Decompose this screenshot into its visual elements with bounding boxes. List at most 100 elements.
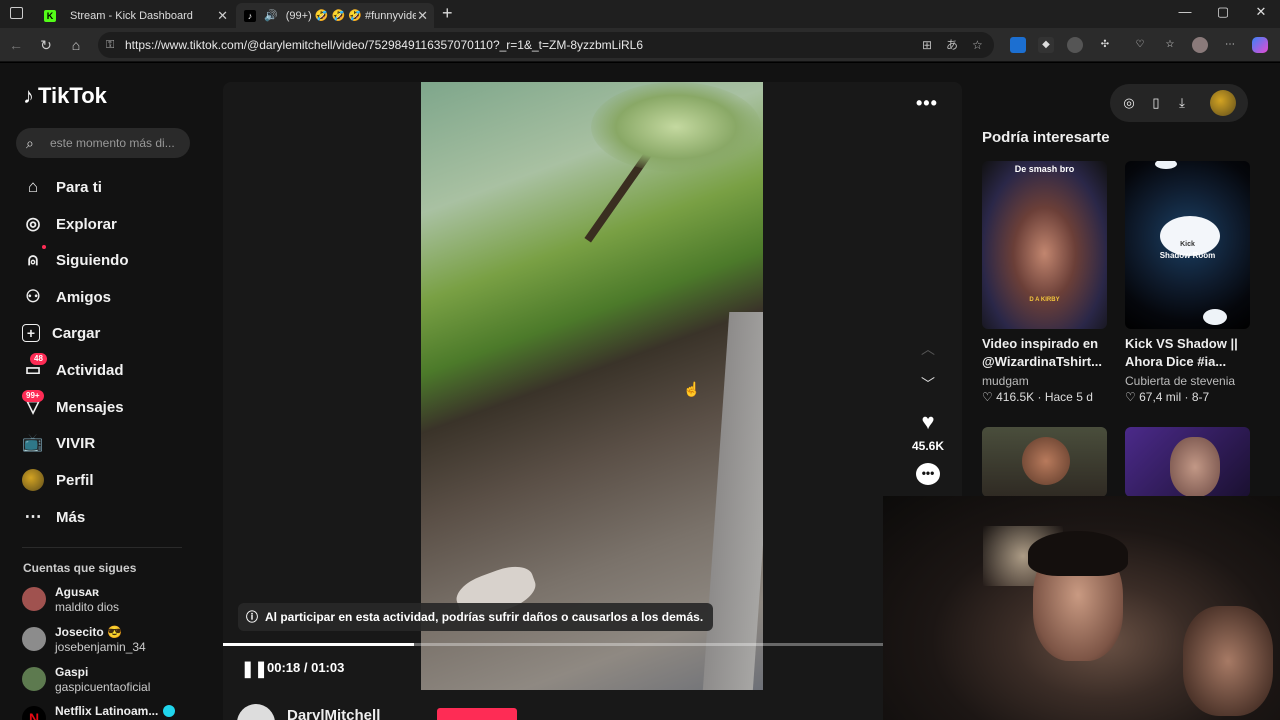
profile-avatar[interactable] [1210,90,1236,116]
new-tab-button[interactable]: + [442,3,453,24]
sidebar-item-label: Mensajes [56,398,124,416]
account-name: Netflix Latinoam... [55,704,159,718]
account-name: Agusᴀʀ [55,585,100,599]
sidebar: ♪ TikTok ⌕ este momento más di... ⌂ Para… [0,63,210,720]
video-thumbnail: Kick Shadow Room [1125,161,1250,329]
sidebar-item-siguiendo[interactable]: ⍝ Siguiendo [22,245,192,275]
browser-essentials-icon[interactable]: ♡ [1132,37,1148,53]
followed-account[interactable]: Gaspi gaspicuentaoficial [22,665,202,697]
thumbnail-caption: Kick [1180,241,1195,248]
extensions-puzzle-icon[interactable]: ✣ [1097,37,1113,53]
back-button[interactable]: ← [7,36,25,54]
favorites-icon[interactable]: ☆ [1162,37,1178,53]
maximize-button[interactable]: ▢ [1203,4,1243,20]
app-available-icon[interactable]: ⊞ [922,32,932,58]
sidebar-item-actividad[interactable]: ▭ 48 Actividad [22,353,192,385]
webcam-overlay [883,496,1280,720]
explore-compass-icon[interactable]: ◎ [1121,95,1137,111]
tab-kick-dashboard[interactable]: K Stream - Kick Dashboard ✕ [36,3,234,28]
tiktok-favicon-icon: ♪ [244,9,256,22]
sidebar-item-amigos[interactable]: ⚇ Amigos [22,282,192,312]
messages-badge: 99+ [22,390,44,402]
audio-playing-icon[interactable]: 🔊 [264,9,278,22]
recommended-video-card[interactable]: Kick Shadow Room Kick VS Shadow || Ahora… [1125,161,1250,411]
sidebar-item-explorar[interactable]: ◎ Explorar [22,209,192,239]
sidebar-item-perfil[interactable]: Perfil [22,465,192,495]
streamer-hand [1183,606,1273,716]
video-thumbnail [1125,427,1250,497]
author-avatar[interactable] [237,704,275,720]
copilot-icon[interactable] [1252,37,1268,53]
site-info-icon[interactable]: ⚿ [106,32,114,58]
extension-icon[interactable] [1067,37,1083,53]
card-title: Video inspirado en @WizardinaTshirt... [982,336,1102,369]
author-name[interactable]: DarylMitchell [287,707,380,720]
tab-close-icon[interactable]: ✕ [217,8,228,24]
followed-account[interactable]: Agusᴀʀ maldito dios [22,585,202,617]
sidebar-item-label: Más [56,508,86,526]
extension-icon[interactable] [1010,37,1026,53]
home-icon: ⌂ [27,177,39,196]
activity-badge: 48 [30,353,47,365]
recommended-video-card[interactable]: De smash bro D A KIRBY Video inspirado e… [982,161,1107,411]
account-name: Josecito 😎 [55,625,122,639]
meta-separator: · [1184,390,1192,404]
get-app-phone-icon[interactable]: ▯ [1148,95,1164,111]
address-bar[interactable]: ⚿ https://www.tiktok.com/@darylemitchell… [98,32,994,58]
profile-avatar[interactable] [1192,37,1208,53]
author-row: DarylMitchell [223,690,883,720]
next-video-arrow-icon[interactable]: ﹀ [918,374,938,394]
account-handle: gaspicuentaoficial [55,680,151,694]
tiktok-logo[interactable]: ♪ TikTok [23,83,107,109]
video-player[interactable] [421,82,763,690]
reload-button[interactable]: ↻ [37,36,55,54]
sidebar-item-label: Perfil [56,471,94,489]
thumbnail-caption: D A KIRBY [1029,297,1060,303]
tab-tiktok[interactable]: ♪ 🔊 (99+) 🤣 🤣 🤣 #funnyvideos ✕ [236,3,434,28]
account-handle: maldito dios [55,600,120,614]
card-meta: ♡ 67,4 mil · 8-7 [1125,390,1209,404]
tab-close-icon[interactable]: ✕ [417,8,428,24]
tab-actions-icon[interactable] [10,7,23,19]
avatar [22,627,46,651]
avatar [22,587,46,611]
more-options-icon[interactable]: ••• [916,93,938,114]
home-button[interactable]: ⌂ [67,36,85,54]
like-count: 45.6K [911,439,945,453]
sidebar-item-mensajes[interactable]: ▽ 99+ Mensajes [22,390,192,422]
browser-toolbar: ← ↻ ⌂ ⚿ https://www.tiktok.com/@darylemi… [0,28,1280,62]
recommended-video-card[interactable] [982,427,1107,497]
profile-avatar [22,469,44,491]
following-icon: ⍝ [22,245,46,271]
recommended-video-card[interactable] [1125,427,1250,497]
pause-button[interactable]: ❚❚ [241,659,268,678]
sidebar-item-label: Siguiendo [56,251,129,269]
search-input[interactable]: ⌕ este momento más di... [16,128,190,158]
video-progress-bar[interactable] [223,643,883,646]
close-window-button[interactable]: ✕ [1241,4,1280,20]
sidebar-item-para-ti[interactable]: ⌂ Para ti [22,172,192,202]
minimize-button[interactable]: — [1165,4,1205,19]
follow-button[interactable] [437,708,517,720]
translate-icon[interactable]: あ [946,32,958,58]
card-author: mudgam [982,374,1029,388]
previous-video-arrow-icon[interactable]: ︿ [918,339,938,359]
card-date: 8-7 [1191,390,1210,404]
followed-account[interactable]: N Netflix Latinoam... [22,704,202,720]
followed-account[interactable]: Josecito 😎 josebenjamin_34 [22,625,202,657]
sidebar-item-cargar[interactable]: + Cargar [22,318,192,348]
favorite-star-icon[interactable]: ☆ [972,32,983,58]
extension-icon[interactable]: ◆ [1038,37,1054,53]
meta-separator: · [1037,390,1045,404]
video-thumbnail: De smash bro D A KIRBY [982,161,1107,329]
divider [22,547,182,548]
comment-icon[interactable]: ••• [916,463,940,485]
thumbnail-caption: Shadow Room [1159,251,1216,260]
sidebar-item-mas[interactable]: ⋯ Más [22,502,192,532]
download-icon[interactable]: ⤓ [1174,95,1190,111]
settings-more-icon[interactable]: ⋯ [1222,37,1238,53]
sidebar-item-vivir[interactable]: 📺 VIVIR [22,428,192,458]
like-heart-icon[interactable]: ♥ [914,409,942,435]
following-section-title: Cuentas que sigues [23,561,137,575]
friends-icon: ⚇ [25,287,41,306]
